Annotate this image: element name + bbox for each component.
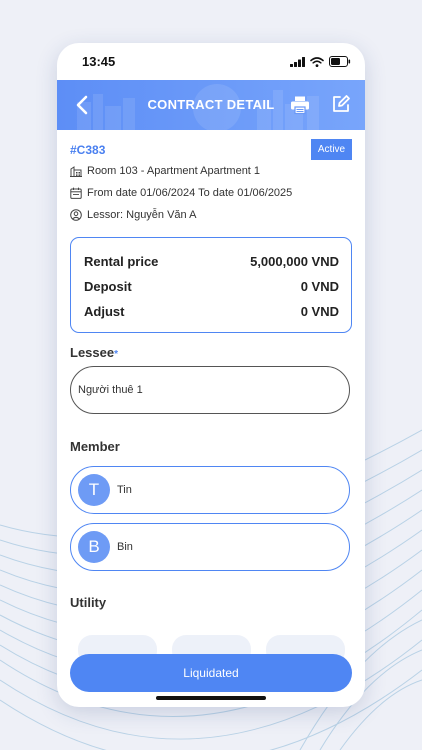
utility-section-label: Utility (70, 595, 107, 610)
page-title: CONTRACT DETAIL (147, 97, 275, 112)
required-mark: * (114, 349, 118, 360)
lessee-label-text: Lessee (70, 345, 115, 360)
status-bar: 13:45 (57, 43, 365, 80)
member-name: Tin (117, 484, 132, 496)
member-section-label: Member (70, 439, 120, 454)
status-icons (290, 56, 351, 67)
home-indicator (156, 696, 266, 700)
user-circle-icon (70, 209, 82, 221)
price-value: 5,000,000 VND (250, 254, 339, 269)
lessee-value: Người thuê 1 (78, 384, 143, 396)
lessee-label: Lessee* (70, 345, 118, 360)
building-icon (70, 166, 82, 177)
signal-icon (290, 56, 305, 67)
lessee-field[interactable]: Người thuê 1 (70, 366, 350, 414)
wifi-icon (310, 56, 324, 67)
price-label: Rental price (84, 254, 159, 269)
status-time: 13:45 (82, 54, 116, 69)
member-card[interactable]: B Bin (70, 523, 350, 571)
price-row-deposit: Deposit 0 VND (84, 279, 339, 294)
avatar: B (78, 531, 110, 563)
printer-icon[interactable] (290, 95, 310, 115)
edit-icon[interactable] (331, 94, 351, 114)
app-header: CONTRACT DETAIL (57, 80, 365, 130)
price-value: 0 VND (300, 304, 339, 319)
phone-screen: 13:45 CONTRACT DETAIL #C383 Active Room … (57, 43, 365, 707)
calendar-icon (70, 187, 82, 199)
member-card[interactable]: T Tin (70, 466, 350, 514)
price-row-rental: Rental price 5,000,000 VND (84, 254, 339, 269)
liquidate-button[interactable]: Liquidated (70, 654, 352, 692)
battery-icon (329, 56, 351, 67)
room-info: Room 103 - Apartment Apartment 1 (70, 165, 260, 177)
price-row-adjust: Adjust 0 VND (84, 304, 339, 319)
room-text: Room 103 - Apartment Apartment 1 (87, 165, 261, 177)
member-name: Bin (117, 541, 133, 553)
date-info: From date 01/06/2024 To date 01/06/2025 (70, 187, 292, 199)
lessor-info: Lessor: Nguyễn Văn A (70, 209, 196, 221)
avatar: T (78, 474, 110, 506)
contract-code: #C383 (70, 143, 106, 157)
status-badge: Active (311, 139, 352, 160)
lessor-text: Lessor: Nguyễn Văn A (87, 209, 197, 221)
date-text: From date 01/06/2024 To date 01/06/2025 (87, 187, 293, 199)
price-value: 0 VND (300, 279, 339, 294)
price-label: Adjust (84, 304, 125, 319)
price-label: Deposit (84, 279, 132, 294)
price-summary-card: Rental price 5,000,000 VND Deposit 0 VND… (70, 237, 352, 333)
